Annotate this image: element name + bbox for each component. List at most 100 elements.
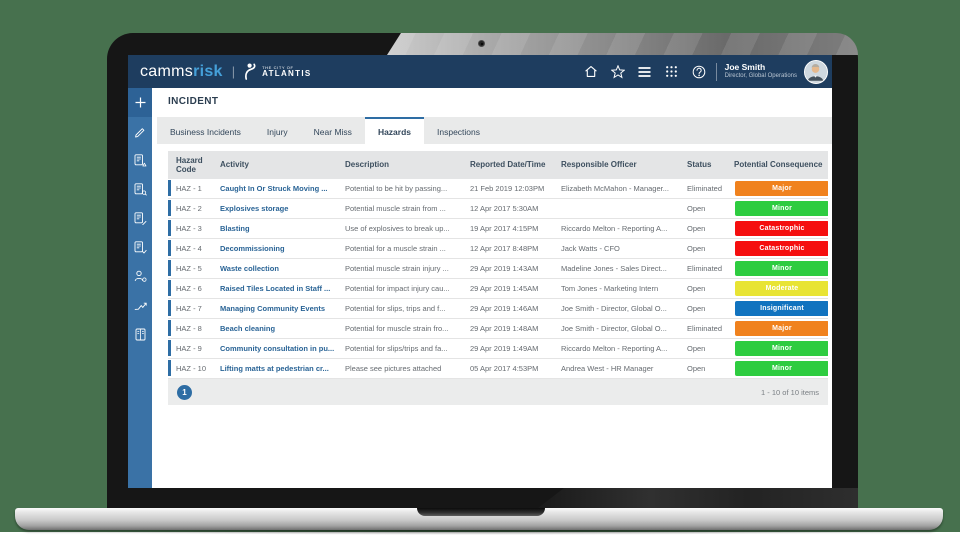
hazard-code: HAZ - 3 (176, 224, 202, 233)
table-row[interactable]: HAZ - 5 Waste collection Potential muscl… (168, 259, 828, 279)
table-row[interactable]: HAZ - 9 Community consultation in pu... … (168, 339, 828, 359)
laptop-base-notch (417, 508, 545, 516)
responsible-officer: Joe Smith - Director, Global O... (561, 324, 667, 333)
sidebar-item-document-check[interactable] (128, 233, 152, 262)
responsible-officer: Joe Smith - Director, Global O... (561, 304, 667, 313)
column-header-activity: Activity (220, 160, 249, 170)
avatar[interactable] (804, 59, 828, 84)
activity-link[interactable]: Lifting matts at pedestrian cr... (212, 364, 337, 373)
content: INCIDENT Business Incidents Injury Near … (152, 88, 832, 488)
screen: camms risk | THE CITY OF ATLANTIS Joe Sm… (128, 55, 832, 488)
activity-link[interactable]: Waste collection (212, 264, 337, 273)
table-row[interactable]: HAZ - 4 Decommissioning Potential for a … (168, 239, 828, 259)
reported-date: 29 Apr 2019 1:45AM (470, 284, 539, 293)
sidebar-item-incident-document[interactable] (128, 146, 152, 175)
table-row[interactable]: HAZ - 2 Explosives storage Potential mus… (168, 199, 828, 219)
activity-link[interactable]: Decommissioning (212, 244, 337, 253)
consequence-cell: Major (726, 321, 828, 336)
consequence-cell: Minor (726, 341, 828, 356)
consequence-badge: Catastrophic (735, 221, 828, 236)
reported-date: 12 Apr 2017 8:48PM (470, 244, 539, 253)
activity-link[interactable]: Caught In Or Struck Moving ... (212, 184, 337, 193)
hazard-code: HAZ - 4 (176, 244, 202, 253)
responsible-officer: Jack Watts - CFO (561, 244, 620, 253)
responsible-officer: Madeline Jones - Sales Direct... (561, 264, 667, 273)
table-footer: 1 1 - 10 of 10 items (168, 379, 828, 405)
sidebar-item-user-settings[interactable] (128, 262, 152, 291)
add-icon (135, 97, 145, 108)
tab-business-incidents[interactable]: Business Incidents (157, 117, 254, 144)
hazard-code: HAZ - 2 (176, 204, 202, 213)
reported-date: 12 Apr 2017 5:30AM (470, 204, 539, 213)
activity-link[interactable]: Managing Community Events (212, 304, 337, 313)
tab-bar: Business Incidents Injury Near Miss Haza… (157, 117, 832, 144)
laptop-frame: camms risk | THE CITY OF ATLANTIS Joe Sm… (107, 33, 858, 508)
logo-camms: camms (140, 62, 194, 80)
favorites-star-icon[interactable] (610, 64, 625, 79)
header-divider (715, 62, 717, 81)
sidebar-item-edit[interactable] (128, 117, 152, 146)
column-header-status: Status (687, 160, 712, 170)
activity-link[interactable]: Community consultation in pu... (212, 344, 337, 353)
sidebar-item-add[interactable] (128, 88, 152, 117)
sidebar (128, 88, 152, 488)
user-settings-icon (134, 270, 146, 282)
tab-injury[interactable]: Injury (254, 117, 301, 144)
table-header: Hazard Code Activity Description Reporte… (168, 151, 828, 179)
status: Open (687, 224, 706, 233)
activity-link[interactable]: Raised Tiles Located in Staff ... (212, 284, 337, 293)
activity-link[interactable]: Explosives storage (212, 204, 337, 213)
tab-hazards[interactable]: Hazards (364, 117, 425, 144)
atlantis-logo: THE CITY OF ATLANTIS (244, 63, 311, 80)
reported-date: 29 Apr 2019 1:49AM (470, 344, 539, 353)
consequence-cell: Minor (726, 361, 828, 376)
tab-near-miss[interactable]: Near Miss (301, 117, 365, 144)
responsible-officer: Riccardo Melton - Reporting A... (561, 224, 668, 233)
sidebar-item-document-search[interactable] (128, 175, 152, 204)
user-info[interactable]: Joe Smith Director, Global Operations (725, 62, 797, 80)
document-edit-icon (134, 212, 147, 225)
table-row[interactable]: HAZ - 3 Blasting Use of explosives to br… (168, 219, 828, 239)
tab-inspections[interactable]: Inspections (424, 117, 493, 144)
hazard-code: HAZ - 7 (176, 304, 202, 313)
items-summary: 1 - 10 of 10 items (761, 387, 819, 397)
sidebar-item-report-book[interactable] (128, 320, 152, 349)
home-icon[interactable] (584, 65, 598, 79)
description: Potential for a muscle strain ... (345, 244, 446, 253)
sidebar-item-document-edit[interactable] (128, 204, 152, 233)
consequence-cell: Catastrophic (726, 221, 828, 236)
column-header-description: Description (345, 160, 390, 170)
cammsrisk-logo[interactable]: camms risk (140, 63, 223, 81)
atlantis-line2: ATLANTIS (262, 68, 312, 78)
activity-link[interactable]: Beach cleaning (212, 324, 337, 333)
logo-divider: | (231, 64, 236, 79)
activity-link[interactable]: Blasting (212, 224, 337, 233)
consequence-cell: Moderate (726, 281, 828, 296)
table-row[interactable]: HAZ - 8 Beach cleaning Potential for mus… (168, 319, 828, 339)
page-1-button[interactable]: 1 (177, 384, 192, 400)
consequence-cell: Minor (726, 201, 828, 216)
help-icon[interactable] (692, 65, 706, 79)
sidebar-item-trend[interactable] (128, 291, 152, 320)
consequence-badge: Minor (735, 201, 828, 216)
app-grid-icon[interactable] (665, 65, 679, 79)
reported-date: 21 Feb 2019 12:03PM (470, 184, 545, 193)
hazard-code: HAZ - 5 (176, 264, 202, 273)
status: Eliminated (687, 184, 723, 193)
table-row[interactable]: HAZ - 1 Caught In Or Struck Moving ... P… (168, 179, 828, 199)
hazards-table: Hazard Code Activity Description Reporte… (168, 151, 828, 405)
logo-risk: risk (193, 62, 223, 80)
report-book-icon (135, 328, 145, 341)
reported-date: 19 Apr 2017 4:15PM (470, 224, 539, 233)
header-icon-bar (584, 64, 706, 79)
hazard-code: HAZ - 10 (176, 364, 207, 373)
reported-date: 29 Apr 2019 1:48AM (470, 324, 539, 333)
description: Potential for slips, trips and f... (345, 304, 446, 313)
menu-icon[interactable] (638, 65, 652, 79)
table-row[interactable]: HAZ - 10 Lifting matts at pedestrian cr.… (168, 359, 828, 379)
consequence-badge: Moderate (735, 281, 828, 296)
status: Open (687, 344, 706, 353)
edit-icon (135, 127, 145, 137)
table-row[interactable]: HAZ - 6 Raised Tiles Located in Staff ..… (168, 279, 828, 299)
table-row[interactable]: HAZ - 7 Managing Community Events Potent… (168, 299, 828, 319)
